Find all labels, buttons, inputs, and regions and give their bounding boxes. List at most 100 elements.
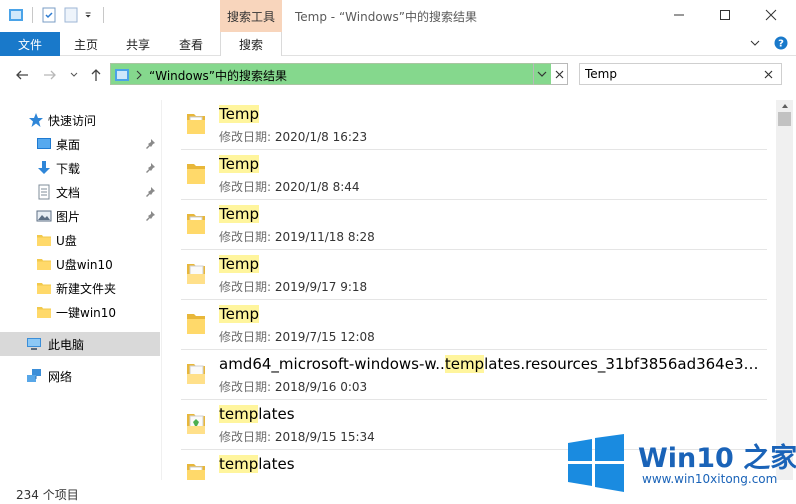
sidebar-item-label: U盘 <box>56 233 77 248</box>
modified-label: 修改日期: <box>219 430 275 444</box>
item-count: 234 个项目 <box>16 488 79 502</box>
clear-search-button[interactable] <box>761 67 775 81</box>
stop-search-button[interactable] <box>551 63 568 85</box>
modified-date: 2018/9/15 15:34 <box>274 430 375 444</box>
search-tools-context-tab: 搜索工具 <box>220 0 282 32</box>
tab-home[interactable]: 主页 <box>66 32 106 56</box>
search-match-highlight: Temp <box>219 105 259 123</box>
pin-icon[interactable] <box>144 138 156 150</box>
minimize-icon <box>674 14 684 16</box>
breadcrumb-chevron-icon[interactable] <box>135 70 143 80</box>
modified-date: 2020/1/8 16:23 <box>274 130 368 144</box>
download-icon <box>38 161 50 174</box>
new-folder-icon[interactable] <box>63 7 79 23</box>
file-name[interactable]: templates <box>219 455 295 473</box>
file-name[interactable]: Temp <box>219 155 259 173</box>
file-modified: 修改日期: 2019/11/18 8:28 <box>219 228 375 245</box>
explorer-window-icon[interactable] <box>8 7 24 23</box>
vertical-scrollbar[interactable] <box>776 100 793 480</box>
file-modified: 修改日期: 2019/9/17 9:18 <box>219 278 367 295</box>
minimize-button[interactable] <box>656 0 702 30</box>
sidebar-item-this-pc[interactable]: 此电脑 <box>0 332 160 356</box>
sidebar-item-label: 图片 <box>56 209 81 224</box>
folder-icon <box>37 307 51 318</box>
maximize-icon <box>720 10 730 20</box>
search-box[interactable] <box>579 63 782 85</box>
navigation-pane: 快速访问 桌面 下载 文档 图片 U盘 U盘win10 新建文件夹 一键win1… <box>0 100 162 480</box>
ribbon-tabs: 文件 主页 共享 查看 搜索 ? <box>0 32 796 57</box>
pin-icon[interactable] <box>144 210 156 222</box>
file-name[interactable]: amd64_microsoft-windows-w..templates.res… <box>219 355 764 373</box>
folder-docs-icon <box>187 114 205 134</box>
search-results-icon <box>115 69 129 81</box>
modified-label: 修改日期: <box>219 330 275 344</box>
up-button[interactable] <box>88 67 104 83</box>
expand-ribbon-icon[interactable] <box>750 38 760 48</box>
address-bar[interactable]: “Windows”中的搜索结果 <box>110 63 568 85</box>
sidebar-item-udisk-win10[interactable]: U盘win10 <box>0 252 160 276</box>
list-item[interactable]: Temp 修改日期: 2019/9/17 9:18 <box>181 250 767 300</box>
sidebar-item-documents[interactable]: 文档 <box>0 180 160 204</box>
maximize-button[interactable] <box>702 0 748 30</box>
watermark: Win10 之家 www.win10xitong.com <box>562 432 796 496</box>
folder-white-icon <box>187 364 205 384</box>
tab-file[interactable]: 文件 <box>0 32 60 56</box>
customize-qat-icon[interactable] <box>85 7 95 23</box>
sidebar-item-desktop[interactable]: 桌面 <box>0 132 160 156</box>
address-path[interactable]: “Windows”中的搜索结果 <box>149 67 287 84</box>
file-name[interactable]: Temp <box>219 255 259 273</box>
address-history-dropdown[interactable] <box>533 63 550 85</box>
list-item[interactable]: amd64_microsoft-windows-w..templates.res… <box>181 350 767 400</box>
properties-icon[interactable] <box>41 7 57 23</box>
sidebar-item-network[interactable]: 网络 <box>0 364 160 388</box>
tab-view[interactable]: 查看 <box>171 32 211 56</box>
file-modified: 修改日期: 2018/9/15 15:34 <box>219 428 375 445</box>
sidebar-item-label: 新建文件夹 <box>56 281 117 296</box>
close-icon <box>765 9 777 21</box>
quick-access-toolbar <box>8 7 106 23</box>
search-match-highlight: Temp <box>219 305 259 323</box>
modified-label: 修改日期: <box>219 180 275 194</box>
file-name[interactable]: Temp <box>219 305 259 323</box>
window-title: Temp - “Windows”中的搜索结果 <box>295 10 477 24</box>
tab-share[interactable]: 共享 <box>118 32 158 56</box>
list-item[interactable]: Temp 修改日期: 2020/1/8 16:23 <box>181 100 767 150</box>
file-name[interactable]: Temp <box>219 205 259 223</box>
star-icon <box>29 113 43 127</box>
sidebar-item-label: 下载 <box>56 161 81 176</box>
modified-date: 2018/9/16 0:03 <box>274 380 368 394</box>
list-item[interactable]: Temp 修改日期: 2020/1/8 8:44 <box>181 150 767 200</box>
list-item[interactable]: Temp 修改日期: 2019/7/15 12:08 <box>181 300 767 350</box>
folder-icon <box>187 164 205 184</box>
sidebar-item-quick-access[interactable]: 快速访问 <box>0 108 160 132</box>
sidebar-item-onekey-win10[interactable]: 一键win10 <box>0 300 160 324</box>
file-name[interactable]: Temp <box>219 105 259 123</box>
modified-label: 修改日期: <box>219 280 275 294</box>
folder-icon <box>187 314 205 334</box>
tab-search[interactable]: 搜索 <box>220 32 282 57</box>
sidebar-item-pictures[interactable]: 图片 <box>0 204 160 228</box>
close-button[interactable] <box>748 0 794 30</box>
ribbon-controls: ? <box>750 36 788 50</box>
sidebar-item-downloads[interactable]: 下载 <box>0 156 160 180</box>
chevron-down-icon <box>70 72 78 77</box>
network-icon <box>27 369 41 382</box>
forward-button[interactable] <box>42 67 58 83</box>
sidebar-item-label: U盘win10 <box>56 257 113 272</box>
search-input[interactable] <box>585 66 755 82</box>
modified-label: 修改日期: <box>219 230 275 244</box>
recent-locations-button[interactable] <box>66 67 82 83</box>
sidebar-item-new-folder[interactable]: 新建文件夹 <box>0 276 160 300</box>
scroll-up-button[interactable] <box>776 100 793 112</box>
modified-date: 2020/1/8 8:44 <box>274 180 360 194</box>
list-item[interactable]: Temp 修改日期: 2019/11/18 8:28 <box>181 200 767 250</box>
help-icon[interactable]: ? <box>774 36 788 50</box>
pin-icon[interactable] <box>144 186 156 198</box>
sidebar-item-udisk[interactable]: U盘 <box>0 228 160 252</box>
folder-docs-icon <box>187 464 205 480</box>
file-name[interactable]: templates <box>219 405 295 423</box>
pin-icon[interactable] <box>144 162 156 174</box>
qat-divider <box>32 7 33 23</box>
scrollbar-thumb[interactable] <box>778 112 791 126</box>
back-button[interactable] <box>14 67 30 83</box>
